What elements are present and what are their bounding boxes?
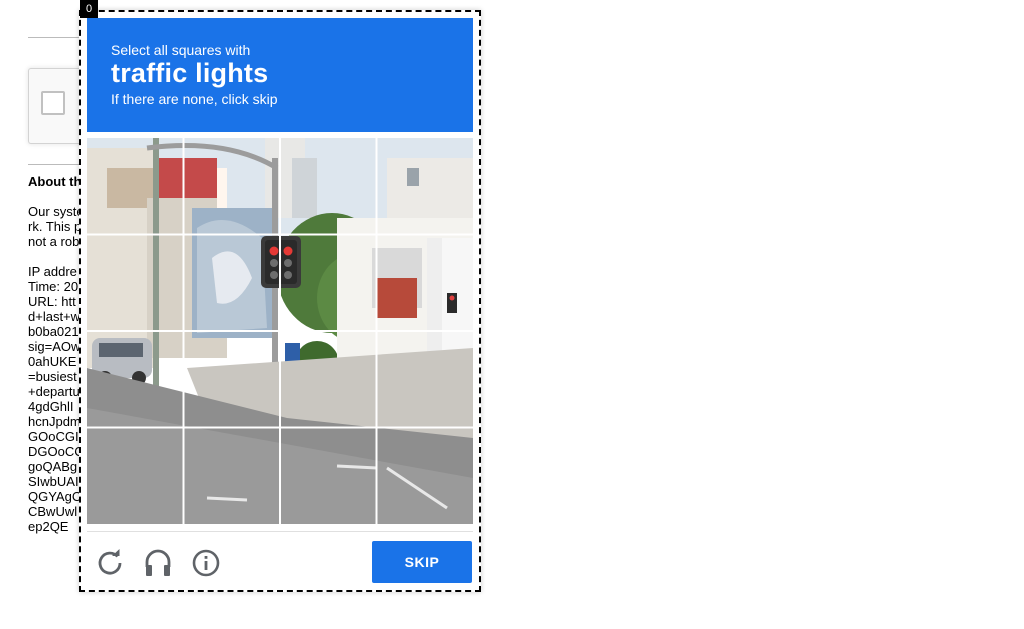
footer-divider: [87, 531, 473, 532]
about-text-line: QGYAgC: [28, 489, 82, 504]
image-tile-r4c4[interactable]: [377, 428, 474, 525]
image-tile-r3c1[interactable]: [87, 331, 184, 428]
info-icon[interactable]: [191, 548, 221, 578]
image-tile-r4c2[interactable]: [184, 428, 281, 525]
image-grid: [87, 138, 473, 524]
image-tile-r1c2[interactable]: [184, 138, 281, 235]
about-text-line: ep2QE: [28, 519, 69, 534]
skip-button[interactable]: SKIP: [372, 541, 472, 583]
image-tile-r2c4[interactable]: [377, 235, 474, 332]
about-text-line: d+last+w: [28, 309, 81, 324]
about-text-line: 4gdGhlI: [28, 399, 74, 414]
image-tile-r1c4[interactable]: [377, 138, 474, 235]
image-tile-r4c3[interactable]: [280, 428, 377, 525]
about-text-line: SIwbUAI: [28, 474, 79, 489]
about-text-line: [28, 249, 84, 264]
about-text-line: 0ahUKE: [28, 354, 77, 369]
about-text-line: sig=AOw: [28, 339, 81, 354]
about-text-line: IP addre: [28, 264, 77, 279]
about-text-line: goQABg: [28, 459, 78, 474]
image-tile-r4c1[interactable]: [87, 428, 184, 525]
challenge-header: Select all squares with traffic lights I…: [87, 18, 473, 132]
about-text: Our syste rk. This p not a rob IP addre Time…: [28, 204, 84, 534]
about-section: About th Our syste rk. This p not a rob IP …: [28, 174, 84, 534]
reload-icon[interactable]: [95, 548, 125, 578]
image-tile-r3c4[interactable]: [377, 331, 474, 428]
instruction-text: Select all squares with: [111, 42, 251, 58]
image-tile-r3c2[interactable]: [184, 331, 281, 428]
about-text-line: Time: 20: [28, 279, 79, 294]
about-text-line: CBwUwl: [28, 504, 78, 519]
about-text-line: +departu: [28, 384, 80, 399]
about-text-line: URL: htt: [28, 294, 76, 309]
about-text-line: DGOoCC: [28, 444, 84, 459]
about-text-line: hcnJpdm: [28, 414, 81, 429]
about-text-line: rk. This p: [28, 219, 82, 234]
about-text-line: GOoCGI: [28, 429, 79, 444]
about-text-line: b0ba021: [28, 324, 79, 339]
about-heading: About th: [28, 174, 82, 189]
image-tile-r1c1[interactable]: [87, 138, 184, 235]
target-object-label: traffic lights: [111, 58, 269, 88]
frame-index-badge: 0: [80, 0, 98, 18]
image-tile-r1c3[interactable]: [280, 138, 377, 235]
image-tile-r3c3[interactable]: [280, 331, 377, 428]
about-text-line: not a rob: [28, 234, 80, 249]
skip-hint-text: If there are none, click skip: [111, 91, 278, 107]
recaptcha-checkbox[interactable]: [41, 91, 65, 115]
about-text-line: Our syste: [28, 204, 84, 219]
image-tile-r2c1[interactable]: [87, 235, 184, 332]
headphones-icon[interactable]: [143, 548, 173, 578]
image-tile-r2c3[interactable]: [280, 235, 377, 332]
image-tile-r2c2[interactable]: [184, 235, 281, 332]
about-text-line: =busiest: [28, 369, 77, 384]
